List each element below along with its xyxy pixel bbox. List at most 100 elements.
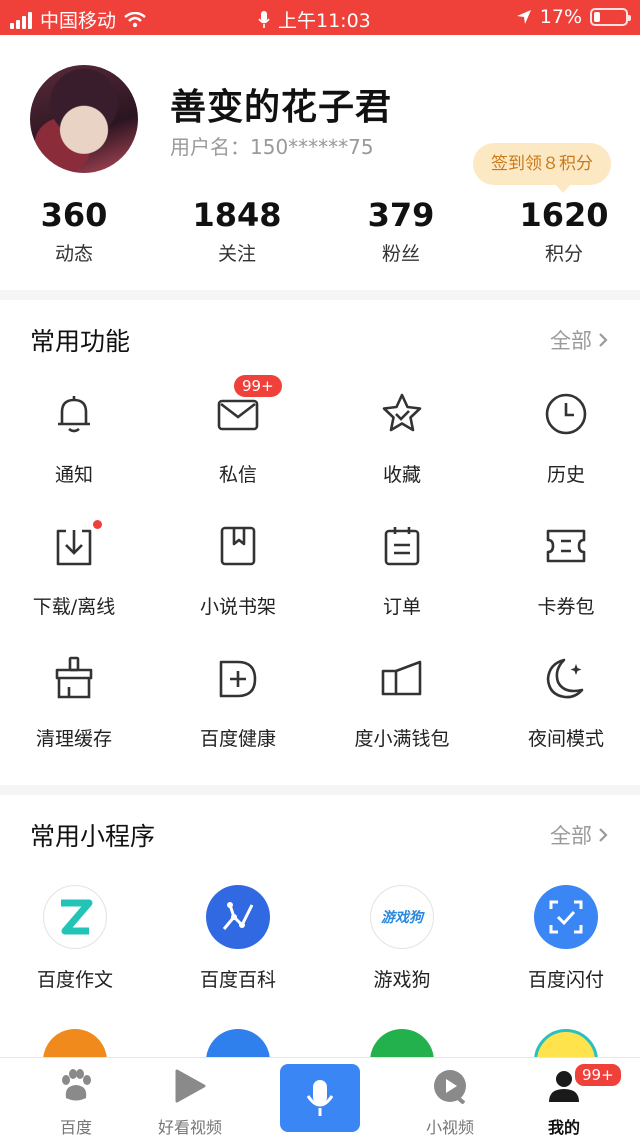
stat-value: 1620	[519, 196, 609, 234]
tab-label: 小视频	[425, 1118, 474, 1137]
status-time: 上午11:03	[278, 10, 371, 32]
bell-icon	[50, 390, 98, 438]
function-history[interactable]: 历史	[496, 390, 636, 487]
function-label: 夜间模式	[527, 728, 604, 750]
zuowen-icon	[43, 885, 107, 949]
function-download[interactable]: 下载/离线	[4, 520, 144, 619]
function-bookshelf[interactable]: 小说书架	[168, 522, 308, 619]
small-video-icon	[395, 1066, 505, 1106]
function-coupons[interactable]: 卡券包	[496, 522, 636, 619]
microphone-status-icon	[258, 10, 270, 28]
voice-search-button[interactable]	[280, 1064, 360, 1132]
ticket-icon	[542, 522, 590, 570]
stat-label: 动态	[54, 243, 93, 265]
mini-program-baike[interactable]: 百度百科	[163, 885, 313, 992]
tab-mine[interactable]: 99+ 我的	[509, 1062, 623, 1138]
wallet-icon	[378, 654, 426, 702]
function-label: 度小满钱包	[354, 728, 450, 750]
chevron-right-icon	[599, 828, 608, 842]
common-functions-more-link[interactable]: 全部	[550, 325, 608, 355]
user-icon: 99+	[509, 1062, 623, 1106]
stat-value: 379	[367, 196, 435, 234]
profile-username: 用户名：150******75	[170, 135, 374, 159]
mail-icon: 99+	[214, 375, 282, 438]
stat-value: 360	[40, 196, 108, 234]
section-title: 常用小程序	[30, 822, 156, 851]
play-icon	[135, 1066, 245, 1106]
baidu-paw-icon	[21, 1066, 131, 1106]
bottom-tab-bar: 百度 好看视频 小视频 99+ 我的	[0, 1057, 640, 1140]
mini-program-shanfu[interactable]: 百度闪付	[491, 885, 640, 992]
signal-icon	[10, 11, 32, 29]
mini-program-partial-icon[interactable]	[534, 1029, 598, 1057]
tab-label: 我的	[547, 1118, 580, 1137]
function-wallet[interactable]: 度小满钱包	[332, 654, 472, 751]
function-favorites[interactable]: 收藏	[332, 390, 472, 487]
microphone-icon	[306, 1080, 334, 1116]
function-notification[interactable]: 通知	[4, 390, 144, 487]
tab-small-video[interactable]: 小视频	[395, 1066, 505, 1138]
unread-badge: 99+	[234, 375, 282, 397]
mini-program-label: 游戏狗	[373, 969, 431, 991]
function-clear-cache[interactable]: 清理缓存	[4, 654, 144, 751]
clock-icon	[542, 390, 590, 438]
section-title: 常用功能	[30, 327, 131, 356]
function-orders[interactable]: 订单	[332, 522, 472, 619]
mini-programs-section: 常用小程序 全部 百度作文 百度百科 游戏狗 游戏狗 百度闪付	[0, 795, 640, 1057]
function-label: 订单	[382, 596, 421, 618]
mini-program-label: 百度百科	[199, 969, 276, 991]
baike-icon	[206, 885, 270, 949]
mini-program-partial-icon[interactable]	[206, 1029, 270, 1057]
common-functions-section: 常用功能 全部 通知 99+ 私信 收藏 历史 下载/离线 小说书架 订单 卡券…	[0, 300, 640, 785]
stat-label: 粉丝	[381, 243, 420, 265]
youxigou-logo-text: 游戏狗	[381, 910, 423, 926]
function-label: 历史	[546, 464, 585, 486]
battery-percent: 17%	[539, 6, 582, 28]
mine-badge: 99+	[573, 1062, 623, 1088]
tab-baidu[interactable]: 百度	[21, 1066, 131, 1138]
stat-followers[interactable]: 379 粉丝	[341, 197, 461, 266]
tab-label: 百度	[59, 1118, 92, 1137]
mini-program-partial-icon[interactable]	[43, 1029, 107, 1057]
mini-program-partial-icon[interactable]	[370, 1029, 434, 1057]
stat-posts[interactable]: 360 动态	[14, 197, 134, 266]
download-icon	[50, 520, 102, 570]
profile-card: 善变的花子君 用户名：150******75 签到领８积分 360 动态 184…	[0, 35, 640, 290]
function-label: 通知	[54, 464, 93, 486]
tab-haokan-video[interactable]: 好看视频	[135, 1066, 245, 1138]
shanfu-icon	[534, 885, 598, 949]
location-arrow-icon	[516, 10, 531, 24]
mini-programs-more-link[interactable]: 全部	[550, 820, 608, 850]
function-label: 小说书架	[199, 596, 276, 618]
function-night-mode[interactable]: 夜间模式	[496, 654, 636, 751]
function-messages[interactable]: 99+ 私信	[168, 375, 308, 487]
stat-points[interactable]: 1620 积分	[504, 197, 624, 266]
signin-points-button[interactable]: 签到领８积分	[473, 143, 611, 193]
stat-following[interactable]: 1848 关注	[177, 197, 297, 266]
function-label: 私信	[218, 464, 257, 486]
chevron-right-icon	[599, 333, 608, 347]
star-icon	[378, 390, 426, 438]
mini-program-label: 百度作文	[36, 969, 113, 991]
moon-icon	[542, 654, 590, 702]
avatar[interactable]	[30, 65, 138, 173]
more-label: 全部	[550, 824, 592, 848]
tab-label: 好看视频	[157, 1118, 222, 1137]
profile-nickname[interactable]: 善变的花子君	[170, 78, 392, 130]
order-icon	[378, 522, 426, 570]
mini-program-youxigou[interactable]: 游戏狗 游戏狗	[327, 885, 477, 992]
status-bar: 中国移动 上午11:03 17%	[0, 0, 640, 35]
function-label: 百度健康	[199, 728, 276, 750]
health-icon	[214, 654, 262, 702]
mini-program-label: 百度闪付	[527, 969, 604, 991]
function-health[interactable]: 百度健康	[168, 654, 308, 751]
function-label: 下载/离线	[32, 596, 116, 618]
function-label: 清理缓存	[35, 728, 112, 750]
carrier-label: 中国移动	[40, 10, 117, 32]
youxigou-icon: 游戏狗	[370, 885, 434, 949]
stat-label: 积分	[544, 243, 583, 265]
stat-label: 关注	[217, 243, 256, 265]
mini-program-zuowen[interactable]: 百度作文	[0, 885, 150, 992]
function-label: 收藏	[382, 464, 421, 486]
book-icon	[214, 522, 262, 570]
